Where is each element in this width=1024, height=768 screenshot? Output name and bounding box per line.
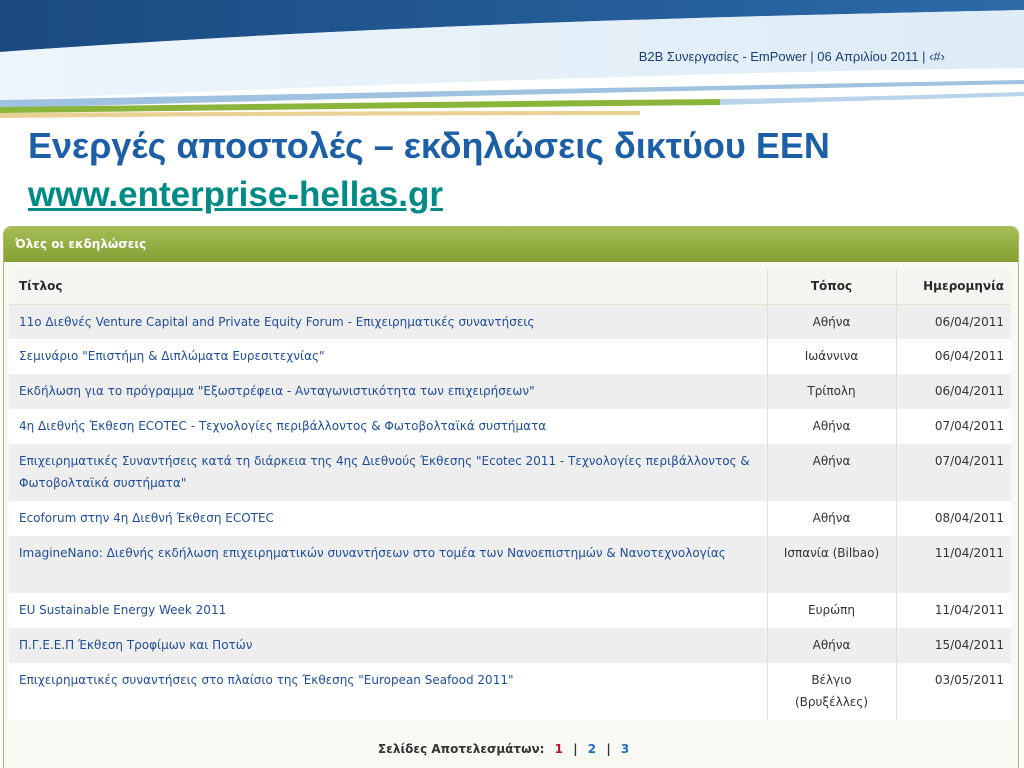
event-title-link[interactable]: Π.Γ.Ε.Ε.Π Έκθεση Τροφίμων και Ποτών — [19, 638, 253, 652]
pagination-separator: | — [573, 742, 578, 756]
event-place: Βέλγιο (Βρυξέλλες) — [767, 663, 897, 720]
event-title-link[interactable]: 4η Διεθνής Έκθεση ECOTEC - Τεχνολογίες π… — [19, 419, 546, 433]
event-title-link[interactable]: 11ο Διεθνές Venture Capital and Private … — [19, 315, 534, 329]
event-place: Ισπανία (Bilbao) — [767, 536, 897, 593]
event-title-link[interactable]: Επιχειρηματικές συναντήσεις στο πλαίσιο … — [19, 673, 513, 687]
event-place: Τρίπολη — [767, 374, 897, 409]
event-date: 07/04/2011 — [896, 444, 1011, 501]
website-link[interactable]: www.enterprise-hellas.gr — [28, 173, 443, 217]
header-banner — [0, 0, 1024, 118]
table-row: EU Sustainable Energy Week 2011 Ευρώπη 1… — [9, 593, 1011, 628]
column-header-date[interactable]: Ημερομηνία — [896, 269, 1011, 305]
table-row: Εκδήλωση για το πρόγραμμα "Εξωστρέφεια -… — [9, 374, 1011, 409]
event-date: 15/04/2011 — [896, 628, 1011, 663]
event-date: 11/04/2011 — [896, 593, 1011, 628]
event-date: 06/04/2011 — [896, 339, 1011, 374]
table-row: Ecoforum στην 4η Διεθνή Έκθεση ECOTEC Αθ… — [9, 501, 1011, 536]
event-title-link[interactable]: Επιχειρηματικές Συναντήσεις κατά τη διάρ… — [19, 454, 750, 490]
event-title-link[interactable]: Εκδήλωση για το πρόγραμμα "Εξωστρέφεια -… — [19, 384, 535, 398]
table-row: Επιχειρηματικές Συναντήσεις κατά τη διάρ… — [9, 444, 1011, 501]
events-table: Τίτλος Τόπος Ημερομηνία 11ο Διεθνές Vent… — [9, 269, 1011, 720]
event-title-link[interactable]: ImagineNano: Διεθνής εκδήλωση επιχειρημα… — [19, 546, 726, 560]
slide-title: Ενεργές αποστολές – εκδηλώσεις δικτύου Ε… — [28, 125, 830, 166]
column-header-place[interactable]: Τόπος — [767, 269, 897, 305]
pagination-separator: | — [606, 742, 611, 756]
event-date: 08/04/2011 — [896, 501, 1011, 536]
events-panel: Όλες οι εκδηλώσεις Τίτλος Τόπος Ημερομην… — [3, 226, 1019, 768]
pagination: Σελίδες Αποτελεσμάτων: 1 | 2 | 3 — [375, 742, 632, 756]
table-header-row: Τίτλος Τόπος Ημερομηνία — [9, 269, 1011, 305]
page-2-link[interactable]: 2 — [588, 742, 596, 756]
table-row: Σεμινάριο "Επιστήμη & Διπλώματα Ευρεσιτε… — [9, 339, 1011, 374]
event-date: 06/04/2011 — [896, 304, 1011, 339]
event-title-link[interactable]: Σεμινάριο "Επιστήμη & Διπλώματα Ευρεσιτε… — [19, 349, 325, 363]
event-date: 07/04/2011 — [896, 409, 1011, 444]
table-row: 4η Διεθνής Έκθεση ECOTEC - Τεχνολογίες π… — [9, 409, 1011, 444]
event-place: Ευρώπη — [767, 593, 897, 628]
event-place: Αθήνα — [767, 409, 897, 444]
table-row: Π.Γ.Ε.Ε.Π Έκθεση Τροφίμων και Ποτών Αθήν… — [9, 628, 1011, 663]
pagination-label: Σελίδες Αποτελεσμάτων: — [378, 742, 545, 756]
table-row: Επιχειρηματικές συναντήσεις στο πλαίσιο … — [9, 663, 1011, 720]
table-row: ImagineNano: Διεθνής εκδήλωση επιχειρημα… — [9, 536, 1011, 593]
event-date: 11/04/2011 — [896, 536, 1011, 593]
event-place: Αθήνα — [767, 501, 897, 536]
event-place: Ιωάννινα — [767, 339, 897, 374]
events-table-wrap: Τίτλος Τόπος Ημερομηνία 11ο Διεθνές Vent… — [9, 269, 1011, 720]
event-place: Αθήνα — [767, 628, 897, 663]
event-place: Αθήνα — [767, 444, 897, 501]
page-3-link[interactable]: 3 — [621, 742, 629, 756]
event-place: Αθήνα — [767, 304, 897, 339]
event-date: 06/04/2011 — [896, 374, 1011, 409]
event-title-link[interactable]: EU Sustainable Energy Week 2011 — [19, 603, 226, 617]
page-1-current: 1 — [554, 742, 564, 756]
event-title-link[interactable]: Ecoforum στην 4η Διεθνή Έκθεση ECOTEC — [19, 511, 274, 525]
table-row: 11ο Διεθνές Venture Capital and Private … — [9, 304, 1011, 339]
header-text: B2B Συνεργασίες - EmPower | 06 Απριλίου … — [638, 49, 945, 64]
panel-heading: Όλες οι εκδηλώσεις — [4, 227, 1018, 262]
event-date: 03/05/2011 — [896, 663, 1011, 720]
column-header-title[interactable]: Τίτλος — [9, 269, 768, 305]
